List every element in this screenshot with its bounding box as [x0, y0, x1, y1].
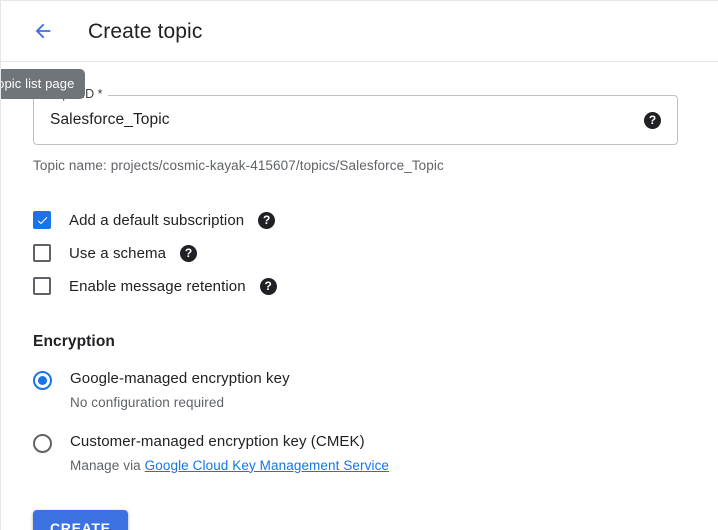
radio-label-cmek: Customer-managed encryption key (CMEK): [70, 432, 365, 450]
checkbox-row-default-subscription[interactable]: Add a default subscription ?: [33, 204, 718, 236]
back-button[interactable]: [25, 13, 61, 49]
radio-sub-cmek-prefix: Manage via: [70, 457, 145, 473]
help-circle-icon: ?: [259, 277, 277, 295]
radio-inner-dot: [38, 376, 47, 385]
help-circle-icon: ?: [258, 211, 276, 229]
encryption-section: Encryption Google-managed encryption key…: [33, 333, 718, 473]
back-button-tooltip: to Topic list page: [1, 69, 86, 99]
page-header: Create topic: [1, 0, 718, 62]
checkbox-label-use-schema: Use a schema: [69, 244, 167, 262]
radio-sub-cmek: Manage via Google Cloud Key Management S…: [70, 458, 389, 473]
form-content: Topic ID * ? Topic name: projects/cosmic…: [1, 88, 718, 530]
topic-name-helper-text: Topic name: projects/cosmic-kayak-415607…: [33, 158, 444, 173]
radio-texts-google-managed-key: Google-managed encryption key No configu…: [70, 370, 290, 410]
topic-id-field[interactable]: Topic ID * ?: [33, 88, 678, 145]
help-circle-icon: ?: [180, 244, 198, 262]
radio-label-google-managed-key: Google-managed encryption key: [70, 370, 290, 387]
arrow-left-icon: [32, 20, 54, 42]
checkbox-row-message-retention[interactable]: Enable message retention ?: [33, 270, 718, 302]
topic-id-input[interactable]: [50, 111, 636, 129]
checkbox-label-message-retention: Enable message retention: [69, 277, 246, 295]
help-button-default-subscription[interactable]: ?: [258, 211, 276, 229]
checkbox-row-use-schema[interactable]: Use a schema ?: [33, 237, 718, 269]
help-button-message-retention[interactable]: ?: [259, 277, 277, 295]
create-topic-page: Create topic to Topic list page Topic ID…: [0, 0, 718, 530]
page-title: Create topic: [88, 19, 203, 43]
kms-link[interactable]: Google Cloud Key Management Service: [145, 458, 389, 473]
topic-id-field-wrap: Topic ID * ? Topic name: projects/cosmic…: [33, 88, 678, 173]
create-button[interactable]: CREATE: [33, 509, 128, 530]
radio-texts-cmek: Customer-managed encryption key (CMEK) M…: [70, 433, 389, 473]
checkbox-use-schema[interactable]: [33, 244, 51, 262]
options-checkbox-group: Add a default subscription ? Use a schem…: [33, 204, 718, 302]
radio-google-managed-key[interactable]: [33, 371, 52, 390]
radio-row-cmek[interactable]: Customer-managed encryption key (CMEK) M…: [33, 433, 718, 473]
topic-id-help-button[interactable]: ?: [644, 111, 661, 129]
checkbox-label-default-subscription: Add a default subscription: [69, 211, 245, 229]
radio-sub-google-managed-key: No configuration required: [70, 394, 225, 410]
checkbox-message-retention[interactable]: [33, 277, 51, 295]
checkbox-default-subscription[interactable]: [33, 211, 51, 229]
help-circle-icon: ?: [644, 111, 661, 129]
help-button-use-schema[interactable]: ?: [180, 244, 198, 262]
radio-row-google-managed-key[interactable]: Google-managed encryption key No configu…: [33, 370, 718, 410]
encryption-section-title: Encryption: [33, 333, 115, 350]
radio-cmek[interactable]: [33, 433, 52, 453]
